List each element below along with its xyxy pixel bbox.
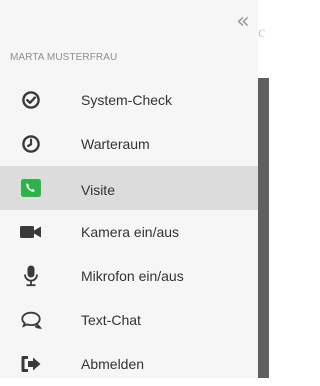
menu-item-mikrofon[interactable]: Mikrofon ein/aus xyxy=(0,254,258,298)
menu-item-label: System-Check xyxy=(81,92,173,108)
chat-bubbles-icon xyxy=(20,310,42,330)
clock-icon xyxy=(20,134,42,154)
video-camera-icon xyxy=(20,222,42,242)
page-backdrop[interactable]: c xyxy=(258,0,269,378)
menu-item-label: Kamera ein/aus xyxy=(81,224,180,240)
collapse-drawer-icon[interactable]: « xyxy=(232,11,254,34)
user-name: MARTA MUSTERFRAU xyxy=(10,52,118,63)
menu-item-label: Warteraum xyxy=(81,136,150,152)
menu-item-warteraum[interactable]: Warteraum xyxy=(0,122,258,166)
menu-item-label: Text-Chat xyxy=(81,312,141,328)
menu-item-label: Abmelden xyxy=(81,356,145,372)
menu-item-text-chat[interactable]: Text-Chat xyxy=(0,298,258,342)
navigation-drawer: « MARTA MUSTERFRAU System-Check Warterau… xyxy=(0,0,258,378)
menu-item-kamera[interactable]: Kamera ein/aus xyxy=(0,210,258,254)
menu-item-label: Visite xyxy=(81,182,115,198)
check-circle-icon xyxy=(20,90,42,110)
menu-item-label: Mikrofon ein/aus xyxy=(81,268,184,284)
microphone-icon xyxy=(20,265,42,287)
menu-item-abmelden[interactable]: Abmelden xyxy=(0,342,258,386)
menu-item-system-check[interactable]: System-Check xyxy=(0,78,258,122)
backdrop-overlay xyxy=(258,78,269,378)
menu-item-visite[interactable]: Visite xyxy=(0,166,258,210)
drawer-menu: System-Check Warteraum Visite Kamera ein… xyxy=(0,78,258,386)
phone-icon xyxy=(20,178,42,198)
sign-out-icon xyxy=(20,354,42,374)
background-content: c xyxy=(258,24,266,41)
